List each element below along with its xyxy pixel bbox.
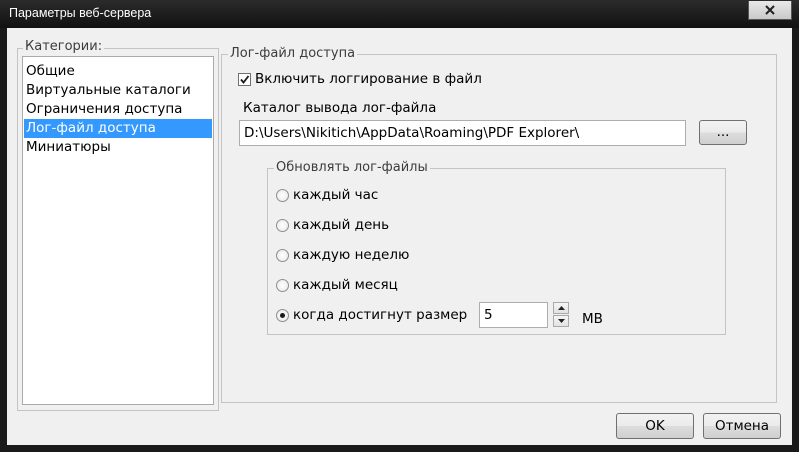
categories-legend: Категории:: [23, 39, 105, 54]
radio-size-reached[interactable]: [276, 309, 289, 322]
enable-logging-checkbox[interactable]: [238, 73, 251, 86]
radio-every-month-label[interactable]: каждый месяц: [293, 277, 398, 293]
size-unit-label: MB: [582, 311, 603, 327]
size-spin-down[interactable]: [553, 315, 569, 327]
close-icon: [765, 5, 775, 15]
radio-every-week[interactable]: [276, 249, 289, 262]
category-item-access-restrictions[interactable]: Ограничения доступа: [24, 100, 212, 119]
window-title: Параметры веб-сервера: [9, 6, 152, 20]
radio-every-day-label[interactable]: каждый день: [293, 217, 389, 233]
title-bar[interactable]: Параметры веб-сервера: [0, 0, 799, 28]
category-item-virtual-dirs[interactable]: Виртуальные каталоги: [24, 81, 212, 100]
radio-every-month[interactable]: [276, 279, 289, 292]
category-item-thumbnails[interactable]: Миниатюры: [24, 138, 212, 157]
close-button[interactable]: [748, 1, 792, 20]
radio-selected-dot: [280, 313, 285, 318]
arrow-down-icon: [557, 319, 565, 323]
check-icon: [240, 75, 250, 84]
radio-every-hour[interactable]: [276, 189, 289, 202]
enable-logging-label[interactable]: Включить логгирование в файл: [255, 71, 482, 87]
dialog-window: Параметры веб-сервера Категории: Общие В…: [0, 0, 799, 452]
radio-every-week-label[interactable]: каждую неделю: [293, 247, 409, 263]
size-input[interactable]: 5: [479, 302, 548, 328]
category-item-access-log[interactable]: Лог-файл доступа: [24, 119, 212, 138]
radio-every-day[interactable]: [276, 219, 289, 232]
dialog-body: Категории: Общие Виртуальные каталоги Ог…: [7, 28, 792, 445]
log-dir-input[interactable]: D:\Users\Nikitich\AppData\Roaming\PDF Ex…: [239, 120, 686, 146]
update-logs-legend: Обновлять лог-файлы: [274, 160, 430, 175]
arrow-up-icon: [557, 306, 565, 310]
categories-list[interactable]: Общие Виртуальные каталоги Ограничения д…: [22, 56, 214, 405]
radio-size-reached-label[interactable]: когда достигнут размер: [293, 307, 467, 323]
size-spin-up[interactable]: [553, 302, 569, 314]
category-item-general[interactable]: Общие: [24, 62, 212, 81]
cancel-button[interactable]: Отмена: [703, 413, 781, 439]
log-dir-label: Каталог вывода лог-файла: [243, 100, 437, 116]
access-log-legend: Лог-файл доступа: [228, 46, 358, 61]
browse-button[interactable]: ...: [699, 120, 747, 145]
ok-button[interactable]: OK: [616, 413, 694, 439]
radio-every-hour-label[interactable]: каждый час: [293, 187, 378, 203]
